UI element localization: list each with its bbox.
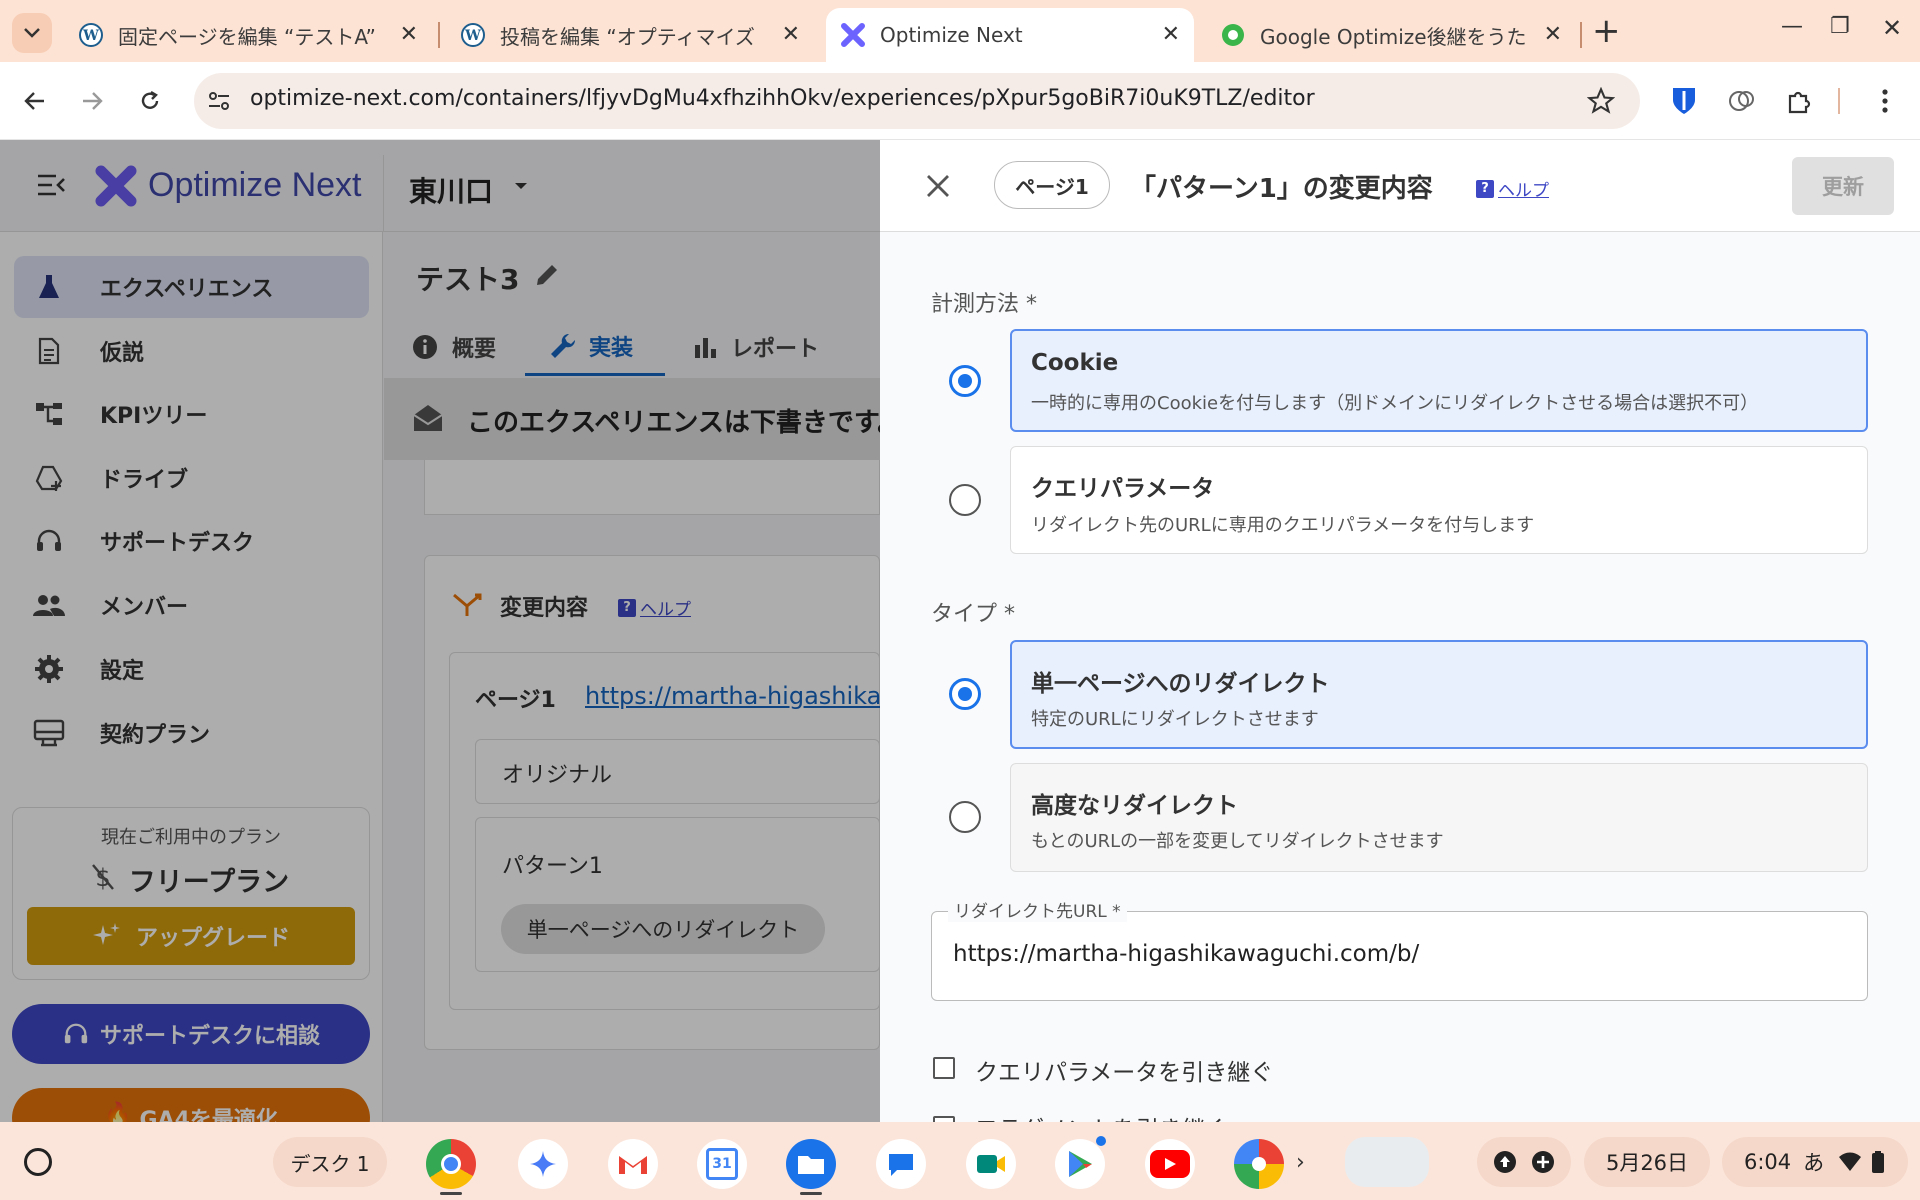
status-icons[interactable] bbox=[1477, 1137, 1571, 1187]
toolbar-divider bbox=[1838, 88, 1840, 114]
running-indicator bbox=[800, 1192, 822, 1195]
tab-google-optimize-article[interactable]: Google Optimize後継をうた ✕ bbox=[1206, 8, 1576, 62]
arrow-right-icon bbox=[83, 92, 103, 110]
panel-title: 「パターン1」の変更内容 bbox=[1130, 174, 1433, 204]
measure-option-cookie[interactable] bbox=[1010, 329, 1868, 432]
system-tray[interactable]: 6:04 あ bbox=[1722, 1137, 1908, 1187]
gmail-icon[interactable] bbox=[608, 1139, 658, 1189]
site-info-icon[interactable] bbox=[206, 88, 232, 114]
panel-help-link[interactable]: ? ヘルプ bbox=[1476, 176, 1549, 201]
option-description: リダイレクト先のURLに専用のクエリパラメータを付与します bbox=[1031, 515, 1535, 536]
chevron-down-icon bbox=[24, 28, 40, 38]
page-chip: ページ1 bbox=[994, 161, 1110, 209]
restore-button[interactable]: ❐ bbox=[1830, 14, 1850, 39]
svg-text:W: W bbox=[82, 28, 99, 44]
photos-icon[interactable] bbox=[1234, 1139, 1284, 1189]
more-menu-icon[interactable] bbox=[1868, 84, 1902, 118]
tab-wordpress-post[interactable]: W 投稿を編集 “オプティマイズ ✕ bbox=[446, 8, 814, 62]
add-icon bbox=[1532, 1151, 1554, 1173]
wordpress-icon: W bbox=[79, 23, 103, 47]
option-title: 高度なリダイレクト bbox=[1031, 793, 1238, 819]
option-title: Cookie bbox=[1031, 350, 1119, 376]
reload-icon bbox=[141, 90, 159, 109]
type-label: タイプ * bbox=[931, 602, 1015, 627]
arrow-left-icon bbox=[24, 92, 44, 110]
files-icon[interactable] bbox=[786, 1139, 836, 1189]
bookmark-star-icon[interactable] bbox=[1587, 87, 1615, 115]
keep-query-label: クエリパラメータを引き継ぐ bbox=[975, 1060, 1274, 1086]
update-button[interactable]: 更新 bbox=[1792, 157, 1894, 215]
redirect-url-label: リダイレクト先URL * bbox=[948, 897, 1127, 922]
url-text[interactable]: optimize-next.com/containers/lfjyvDgMu4x… bbox=[250, 86, 1315, 111]
extensions-puzzle-icon[interactable] bbox=[1782, 84, 1816, 118]
close-icon bbox=[927, 175, 949, 197]
site-favicon bbox=[1222, 24, 1244, 46]
back-button[interactable] bbox=[20, 86, 50, 116]
type-single-radio[interactable] bbox=[949, 678, 981, 710]
measure-query-radio[interactable] bbox=[949, 484, 981, 516]
holding-space-thumbnails[interactable] bbox=[1345, 1137, 1429, 1187]
measure-method-label: 計測方法 * bbox=[931, 292, 1037, 317]
launcher-button[interactable] bbox=[24, 1148, 52, 1176]
desk-switcher[interactable]: デスク 1 bbox=[273, 1137, 387, 1187]
tab-wordpress-page[interactable]: W 固定ページを編集 “テストA” ✕ bbox=[64, 8, 432, 62]
calendar-icon[interactable]: 31 bbox=[697, 1139, 747, 1189]
measure-cookie-radio[interactable] bbox=[949, 365, 981, 397]
bitwarden-icon[interactable] bbox=[1667, 84, 1701, 118]
close-tab-icon[interactable]: ✕ bbox=[1162, 24, 1180, 46]
play-store-icon[interactable] bbox=[1055, 1139, 1105, 1189]
reload-button[interactable] bbox=[135, 86, 165, 116]
keep-query-checkbox[interactable] bbox=[933, 1057, 955, 1079]
window-close-button[interactable]: ✕ bbox=[1882, 14, 1902, 42]
option-description: もとのURLの一部を変更してリダイレクトさせます bbox=[1031, 831, 1444, 852]
running-indicator bbox=[440, 1192, 462, 1195]
svg-text:W: W bbox=[464, 28, 481, 44]
chrome-icon[interactable] bbox=[426, 1139, 476, 1189]
gemini-icon[interactable] bbox=[518, 1139, 568, 1189]
modal-backdrop[interactable] bbox=[0, 140, 880, 1122]
close-tab-icon[interactable]: ✕ bbox=[400, 24, 418, 46]
tab-separator bbox=[438, 22, 440, 48]
youtube-icon[interactable] bbox=[1145, 1139, 1195, 1189]
new-tab-button[interactable]: + bbox=[1592, 14, 1621, 48]
minimize-button[interactable]: — bbox=[1781, 14, 1803, 39]
option-title: 単一ページへのリダイレクト bbox=[1031, 671, 1330, 697]
option-description: 一時的に専用のCookieを付与します（別ドメインにリダイレクトさせる場合は選択… bbox=[1031, 393, 1759, 414]
tab-optimize-next[interactable]: Optimize Next ✕ bbox=[826, 8, 1194, 62]
close-tab-icon[interactable]: ✕ bbox=[1544, 24, 1562, 46]
panel-close-button[interactable] bbox=[922, 170, 954, 202]
help-question-icon: ? bbox=[1476, 179, 1494, 198]
shelf-overflow-chevron-icon[interactable]: › bbox=[1296, 1150, 1305, 1175]
meet-icon[interactable] bbox=[966, 1139, 1016, 1189]
battery-icon bbox=[1872, 1151, 1885, 1173]
optimize-next-icon bbox=[841, 23, 865, 47]
option-description: 特定のURLにリダイレクトさせます bbox=[1031, 709, 1319, 730]
forward-button[interactable] bbox=[77, 86, 107, 116]
notification-dot bbox=[1096, 1136, 1106, 1146]
messages-icon[interactable] bbox=[876, 1139, 926, 1189]
close-tab-icon[interactable]: ✕ bbox=[782, 24, 800, 46]
extension-cloud-icon[interactable] bbox=[1725, 84, 1759, 118]
wordpress-icon: W bbox=[461, 23, 485, 47]
date-display[interactable]: 5月26日 bbox=[1584, 1137, 1710, 1187]
redirect-url-value[interactable]: https://martha-higashikawaguchi.com/b/ bbox=[953, 941, 1419, 967]
option-title: クエリパラメータ bbox=[1031, 476, 1215, 502]
wifi-icon bbox=[1839, 1152, 1862, 1171]
type-advanced-radio[interactable] bbox=[949, 801, 981, 833]
tab-separator bbox=[1580, 22, 1582, 48]
upload-icon bbox=[1494, 1151, 1516, 1173]
tab-search-button[interactable] bbox=[12, 13, 52, 53]
